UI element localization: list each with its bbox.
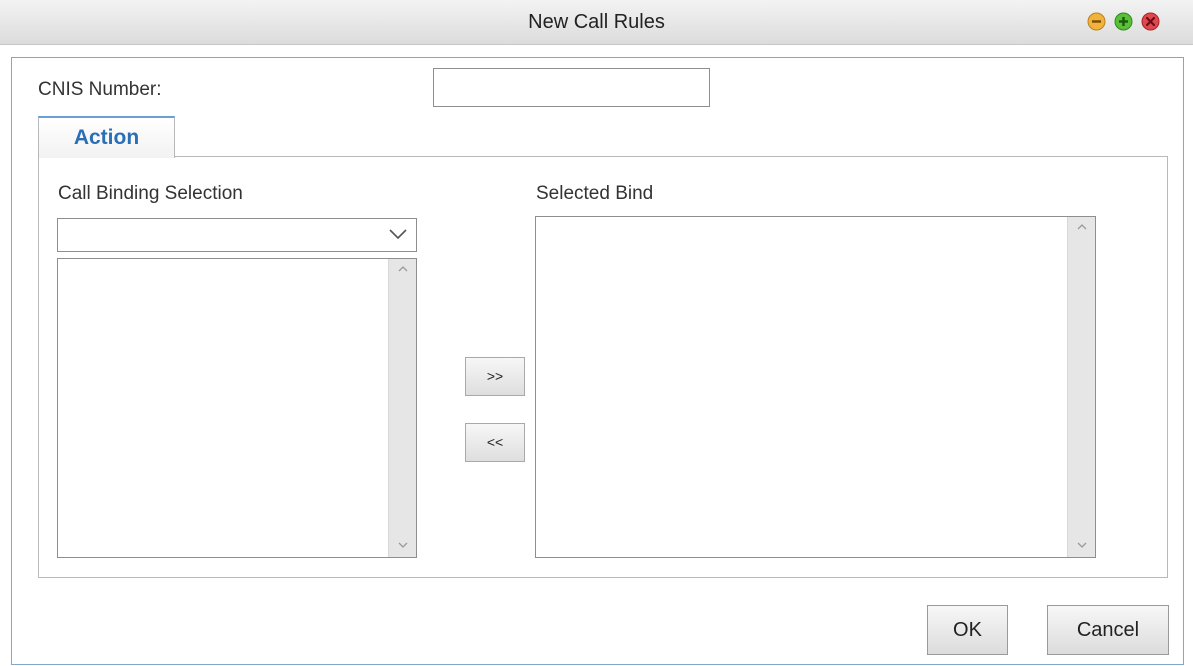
call-binding-selection-label: Call Binding Selection xyxy=(58,183,243,204)
scroll-down-icon[interactable] xyxy=(389,535,416,557)
call-binding-dropdown[interactable] xyxy=(57,218,417,252)
maximize-icon[interactable] xyxy=(1114,12,1133,31)
scroll-down-icon[interactable] xyxy=(1068,535,1095,557)
selected-bind-label: Selected Bind xyxy=(536,183,654,204)
selected-bindings-scrollbar[interactable] xyxy=(1067,217,1095,557)
available-bindings-scrollbar[interactable] xyxy=(388,259,416,557)
window-title: New Call Rules xyxy=(528,11,665,33)
cancel-button[interactable]: Cancel xyxy=(1047,605,1169,655)
ok-button[interactable]: OK xyxy=(927,605,1008,655)
scroll-up-icon[interactable] xyxy=(389,259,416,281)
available-bindings-list[interactable] xyxy=(57,258,417,558)
add-binding-button[interactable]: >> xyxy=(465,357,525,396)
cnis-number-input[interactable] xyxy=(433,68,710,107)
chevron-down-icon xyxy=(388,227,408,246)
title-bar: New Call Rules xyxy=(0,0,1193,45)
cnis-number-label: CNIS Number: xyxy=(38,79,162,100)
tab-action[interactable]: Action xyxy=(38,116,175,158)
selected-bindings-list[interactable] xyxy=(535,216,1096,558)
remove-binding-button[interactable]: << xyxy=(465,423,525,462)
minimize-icon[interactable] xyxy=(1087,12,1106,31)
close-icon[interactable] xyxy=(1141,12,1160,31)
scroll-up-icon[interactable] xyxy=(1068,217,1095,239)
